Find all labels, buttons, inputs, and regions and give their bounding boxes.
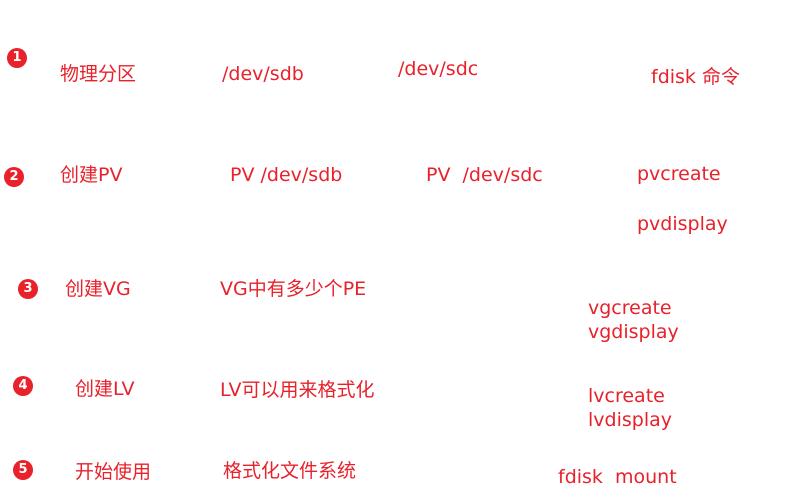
step-3-command-vgdisplay: vgdisplay	[588, 321, 679, 343]
step-2-command-pvcreate: pvcreate	[637, 163, 721, 185]
step-2-item-pv-sdc: PV /dev/sdc	[426, 164, 543, 186]
step-1-number-badge: 1	[7, 48, 27, 68]
step-2-item-pv-sdb: PV /dev/sdb	[230, 164, 343, 186]
step-2-number-badge: 2	[4, 167, 24, 187]
step-4-title: 创建LV	[75, 378, 135, 400]
step-2-command-pvdisplay: pvdisplay	[637, 213, 728, 235]
step-4-command-lvdisplay: lvdisplay	[588, 409, 672, 431]
step-3-number-badge: 3	[18, 279, 38, 299]
step-3-title: 创建VG	[65, 278, 131, 300]
step-3-command-vgcreate: vgcreate	[588, 297, 672, 319]
step-5-title: 开始使用	[75, 461, 152, 483]
step-1-item-sdb: /dev/sdb	[222, 63, 304, 85]
step-5-command-fdisk-mount: fdisk mount	[558, 466, 677, 488]
step-5-number-badge: 5	[13, 460, 33, 480]
lvm-steps-diagram: 1 物理分区 /dev/sdb /dev/sdc fdisk 命令 2 创建PV…	[0, 0, 786, 502]
step-5-item-filesystem: 格式化文件系统	[223, 460, 357, 482]
step-3-item-pe-count: VG中有多少个PE	[220, 278, 367, 300]
step-4-command-lvcreate: lvcreate	[588, 385, 665, 407]
step-1-command-fdisk: fdisk 命令	[651, 66, 740, 88]
step-2-title: 创建PV	[60, 164, 123, 186]
step-1-title: 物理分区	[60, 63, 137, 85]
step-4-item-format: LV可以用来格式化	[220, 379, 375, 401]
step-1-item-sdc: /dev/sdc	[398, 58, 479, 80]
step-4-number-badge: 4	[13, 376, 33, 396]
